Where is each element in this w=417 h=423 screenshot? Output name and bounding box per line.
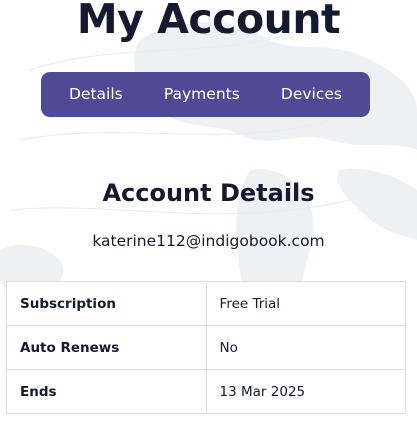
page-title: My Account	[76, 0, 341, 43]
section-heading: Account Details	[102, 179, 315, 207]
row-value: Free Trial	[205, 281, 407, 326]
account-details-table: Subscription Free Trial Auto Renews No E…	[6, 281, 407, 414]
row-value: No	[205, 325, 407, 370]
account-page: My Account Details Payments Devices Acco…	[0, 0, 417, 423]
row-value: 13 Mar 2025	[205, 369, 407, 414]
table-row-auto-renews: Auto Renews No	[6, 325, 407, 370]
account-email: katerine112@indigobook.com	[92, 232, 325, 250]
row-label: Auto Renews	[6, 325, 207, 370]
row-label: Ends	[6, 369, 207, 414]
tab-payments[interactable]: Payments	[164, 72, 240, 117]
tab-details[interactable]: Details	[69, 72, 123, 117]
tab-devices[interactable]: Devices	[281, 72, 342, 117]
table-row-subscription: Subscription Free Trial	[6, 281, 407, 326]
account-tab-bar: Details Payments Devices	[41, 72, 370, 117]
row-label: Subscription	[6, 281, 207, 326]
table-row-ends: Ends 13 Mar 2025	[6, 369, 407, 414]
